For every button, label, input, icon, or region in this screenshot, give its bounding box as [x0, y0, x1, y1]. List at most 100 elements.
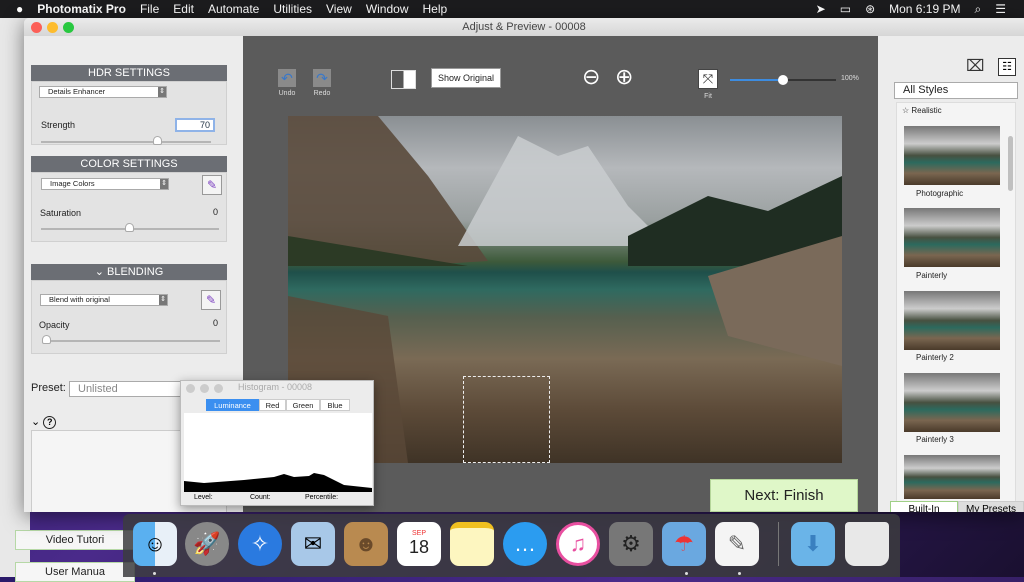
style-label[interactable]: Painterly — [916, 271, 947, 280]
zoom-slider-thumb[interactable] — [778, 75, 788, 85]
style-label[interactable]: Painterly 2 — [916, 353, 954, 362]
itunes-icon[interactable]: ♫ — [556, 522, 600, 566]
fit-label: Fit — [704, 93, 712, 100]
level-label: Level: — [194, 494, 213, 501]
calendar-icon[interactable]: SEP 18 — [397, 522, 441, 566]
display-icon[interactable]: ▭ — [840, 2, 851, 16]
style-thumbnail[interactable] — [904, 126, 1000, 185]
help-toggle[interactable]: ⌄ ? — [31, 415, 57, 429]
style-filter-select[interactable]: All Styles — [894, 82, 1018, 99]
blend-mode-select[interactable]: Blend with original — [40, 294, 168, 306]
selection-box[interactable] — [463, 376, 550, 463]
opacity-label: Opacity — [39, 320, 70, 330]
style-label[interactable]: Painterly 3 — [916, 435, 954, 444]
blending-section: Blend with original ✎ Opacity 0 — [31, 280, 227, 354]
system-preferences-icon[interactable]: ⚙ — [609, 522, 653, 566]
calendar-month: SEP — [411, 530, 426, 537]
messages-icon[interactable]: … — [503, 522, 547, 566]
zoom-button[interactable] — [63, 22, 74, 33]
brush-icon[interactable]: ✎ — [202, 175, 222, 195]
menu-view[interactable]: View — [326, 2, 352, 16]
histogram-title: Histogram - 00008 — [238, 382, 313, 392]
downloads-folder-icon[interactable]: ⬇ — [791, 522, 835, 566]
safari-icon[interactable]: ✧ — [238, 522, 282, 566]
count-label: Count: — [250, 494, 271, 501]
notes-icon[interactable] — [450, 522, 494, 566]
airplay-icon[interactable]: ➤ — [816, 2, 826, 16]
color-mode-select[interactable]: Image Colors — [41, 178, 169, 190]
zoom-out-icon[interactable]: ⊖ — [582, 64, 600, 90]
style-label[interactable]: Photographic — [916, 189, 963, 198]
preview-toggle-icon[interactable]: ⌧ — [966, 56, 984, 76]
hdr-settings-section: Details Enhancer Strength 70 — [31, 81, 227, 145]
tab-green[interactable]: Green — [286, 399, 320, 411]
strength-input[interactable]: 70 — [175, 118, 215, 132]
zoom-slider-fill — [730, 79, 783, 81]
saturation-label: Saturation — [40, 208, 82, 218]
next-finish-button[interactable]: Next: Finish — [710, 479, 858, 512]
fit-icon[interactable]: ⤧ — [698, 69, 718, 89]
tab-built-in[interactable]: Built-In — [890, 501, 958, 512]
adjust-preview-window: Adjust & Preview - 00008 HDR SETTINGS De… — [24, 18, 1024, 512]
style-thumbnail[interactable] — [904, 208, 1000, 267]
finder-icon[interactable]: ☺ — [133, 522, 177, 566]
show-original-button[interactable]: Show Original — [431, 68, 501, 88]
color-settings-header: COLOR SETTINGS — [31, 156, 227, 172]
video-tutorials-button[interactable]: Video Tutori — [15, 530, 135, 550]
help-icon[interactable]: ? — [43, 416, 57, 429]
close-button[interactable] — [186, 384, 195, 393]
calendar-day: 18 — [408, 537, 430, 557]
blending-header[interactable]: ⌄ BLENDING — [31, 264, 227, 280]
opacity-slider[interactable] — [42, 340, 220, 342]
menu-utilities[interactable]: Utilities — [273, 2, 312, 16]
strength-slider-thumb[interactable] — [153, 136, 162, 145]
clock[interactable]: Mon 6:19 PM — [889, 2, 960, 16]
tab-blue[interactable]: Blue — [320, 399, 350, 411]
saturation-value: 0 — [213, 207, 219, 217]
menu-automate[interactable]: Automate — [208, 2, 259, 16]
style-thumbnail[interactable] — [904, 291, 1000, 350]
strength-label: Strength — [41, 120, 76, 130]
spotlight-icon[interactable]: ⌕ — [975, 2, 982, 17]
brush-icon[interactable]: ✎ — [201, 290, 221, 310]
minimize-button[interactable] — [200, 384, 209, 393]
notification-center-icon[interactable]: ☰ — [995, 2, 1006, 16]
undo-icon[interactable]: ↶ — [278, 69, 296, 87]
style-label[interactable]: ☆ Realistic — [902, 106, 942, 115]
close-button[interactable] — [31, 22, 42, 33]
minimize-button[interactable] — [47, 22, 58, 33]
textedit-icon[interactable]: ✎ — [715, 522, 759, 566]
trash-icon[interactable] — [845, 522, 889, 566]
tab-my-presets[interactable]: My Presets — [958, 501, 1024, 512]
user-manual-button[interactable]: User Manua — [15, 562, 135, 582]
menu-edit[interactable]: Edit — [173, 2, 194, 16]
contacts-icon[interactable]: ☻ — [344, 522, 388, 566]
method-select[interactable]: Details Enhancer — [39, 86, 167, 98]
mail-icon[interactable]: ✉ — [291, 522, 335, 566]
style-thumbnail[interactable] — [904, 373, 1000, 432]
saturation-slider-thumb[interactable] — [125, 223, 134, 232]
menu-window[interactable]: Window — [366, 2, 409, 16]
histogram-plot — [184, 413, 372, 492]
launchpad-icon[interactable]: 🚀 — [185, 522, 229, 566]
zoom-in-icon[interactable]: ⊕ — [615, 64, 633, 90]
grid-view-icon[interactable]: ☷ — [998, 58, 1016, 76]
undo-label: Undo — [278, 90, 296, 97]
style-thumbnail[interactable] — [904, 455, 1000, 499]
redo-icon[interactable]: ↷ — [313, 69, 331, 87]
strength-slider[interactable] — [41, 141, 211, 143]
menu-help[interactable]: Help — [423, 2, 448, 16]
tab-red[interactable]: Red — [259, 399, 286, 411]
menu-app[interactable]: Photomatix Pro — [37, 2, 126, 16]
style-name: Realistic — [911, 106, 942, 115]
menu-file[interactable]: File — [140, 2, 159, 16]
sync-icon[interactable]: ⊛ — [865, 2, 875, 16]
tab-luminance[interactable]: Luminance — [206, 399, 259, 411]
zoom-button[interactable] — [214, 384, 223, 393]
apple-icon[interactable]: ● — [16, 2, 23, 16]
opacity-slider-thumb[interactable] — [42, 335, 51, 344]
styles-scrollbar[interactable] — [1008, 136, 1013, 191]
preview-icon[interactable]: ☂ — [662, 522, 706, 566]
split-view-icon[interactable] — [391, 70, 416, 89]
dock-separator — [778, 522, 779, 566]
